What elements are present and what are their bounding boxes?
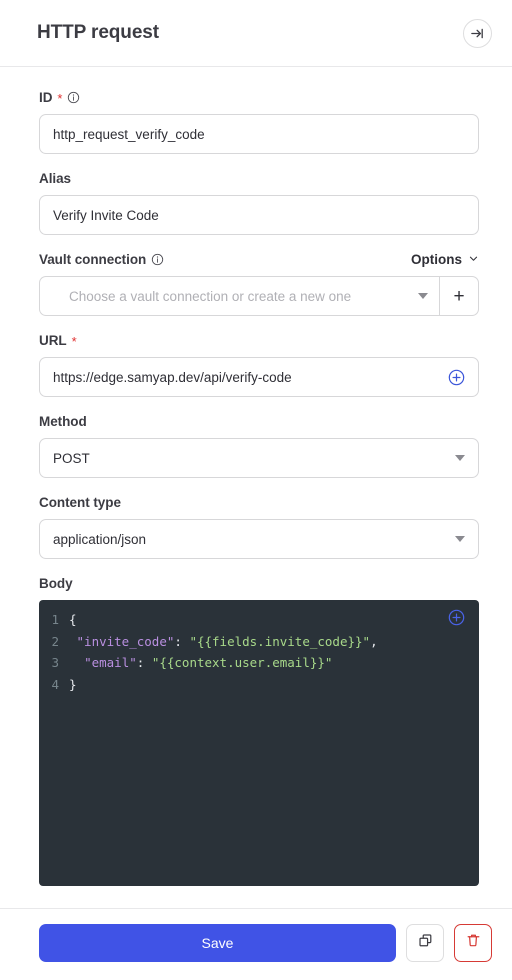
- code-line: 4}: [39, 674, 479, 696]
- body-label-row: Body: [39, 575, 479, 591]
- code-token-punc: [69, 634, 77, 649]
- line-number: 3: [51, 655, 59, 670]
- vault-label-row: Vault connection Options: [39, 251, 479, 267]
- options-label: Options: [411, 251, 462, 267]
- method-label-row: Method: [39, 413, 479, 429]
- url-label: URL: [39, 332, 67, 348]
- body-label: Body: [39, 575, 73, 591]
- save-button[interactable]: Save: [39, 924, 396, 962]
- code-line: 2 "invite_code": "{{fields.invite_code}}…: [39, 631, 479, 653]
- http-request-panel: HTTP request ID * http_request_verify_co…: [0, 0, 512, 980]
- id-label: ID: [39, 89, 53, 105]
- panel-footer: Save: [0, 908, 512, 980]
- dropdown-caret-icon: [455, 455, 465, 461]
- content-type-field-group: Content type application/json: [39, 494, 479, 559]
- line-number: 2: [51, 633, 59, 649]
- code-line: 1{: [39, 609, 479, 631]
- code-token-str: "{{context.user.email}}": [151, 655, 333, 670]
- alias-field-group: Alias Verify Invite Code: [39, 170, 479, 235]
- options-toggle[interactable]: Options: [411, 252, 479, 267]
- content-type-label-row: Content type: [39, 494, 479, 510]
- code-token-key: "invite_code": [76, 633, 175, 649]
- vault-connection-label: Vault connection: [39, 251, 147, 267]
- vault-connection-row: Choose a vault connection or create a ne…: [39, 276, 479, 316]
- body-field-group: Body 1{2 "invite_code": "{{fields.invite…: [39, 575, 479, 886]
- code-lines: 1{2 "invite_code": "{{fields.invite_code…: [39, 609, 479, 695]
- dropdown-caret-icon: [455, 536, 465, 542]
- method-field-group: Method POST: [39, 413, 479, 478]
- form-content: ID * http_request_verify_code Alias Veri…: [0, 67, 512, 908]
- alias-input-value: Verify Invite Code: [53, 207, 159, 223]
- method-select[interactable]: POST: [39, 438, 479, 478]
- page-title: HTTP request: [37, 22, 159, 43]
- vault-connection-placeholder: Choose a vault connection or create a ne…: [69, 288, 352, 304]
- url-input[interactable]: https://edge.samyap.dev/api/verify-code: [39, 357, 479, 397]
- info-icon[interactable]: [67, 91, 80, 104]
- line-number: 1: [51, 612, 59, 627]
- add-vault-connection-button[interactable]: +: [439, 276, 479, 316]
- alias-input[interactable]: Verify Invite Code: [39, 195, 479, 235]
- code-token-punc: [69, 655, 84, 670]
- content-type-value: application/json: [53, 531, 147, 547]
- method-label: Method: [39, 413, 87, 429]
- plus-circle-icon[interactable]: [448, 609, 465, 626]
- alias-label-row: Alias: [39, 170, 479, 186]
- delete-button[interactable]: [454, 924, 492, 962]
- url-label-row: URL *: [39, 332, 479, 348]
- id-field-group: ID * http_request_verify_code: [39, 89, 479, 154]
- code-token-punc: :: [174, 633, 190, 649]
- id-label-row: ID *: [39, 89, 479, 105]
- code-token-punc: ,: [370, 633, 378, 649]
- info-icon[interactable]: [151, 253, 164, 266]
- id-required-marker: *: [57, 90, 63, 106]
- code-line-text: {: [69, 609, 77, 631]
- collapse-panel-right-icon: [470, 26, 485, 41]
- content-type-label: Content type: [39, 494, 121, 510]
- url-required-marker: *: [71, 333, 77, 349]
- duplicate-icon: [417, 932, 434, 954]
- content-type-select[interactable]: application/json: [39, 519, 479, 559]
- url-input-value: https://edge.samyap.dev/api/verify-code: [53, 369, 292, 385]
- code-token-punc: {: [69, 612, 77, 627]
- dropdown-caret-icon: [418, 293, 428, 299]
- method-value: POST: [53, 450, 90, 466]
- id-input[interactable]: http_request_verify_code: [39, 114, 479, 154]
- line-number: 4: [51, 676, 59, 692]
- duplicate-button[interactable]: [406, 924, 444, 962]
- code-token-punc: }: [69, 676, 77, 692]
- plus-icon: +: [453, 285, 465, 307]
- code-line-text: }: [69, 674, 77, 696]
- body-code-editor[interactable]: 1{2 "invite_code": "{{fields.invite_code…: [39, 600, 479, 886]
- code-token-punc: :: [136, 655, 152, 670]
- url-field-group: URL * https://edge.samyap.dev/api/verify…: [39, 332, 479, 397]
- code-line: 3 "email": "{{context.user.email}}": [39, 652, 479, 674]
- trash-icon: [465, 932, 482, 954]
- plus-circle-icon[interactable]: [448, 369, 465, 386]
- panel-header: HTTP request: [0, 0, 512, 67]
- chevron-down-icon: [468, 252, 479, 267]
- code-token-key: "email": [84, 655, 137, 670]
- code-token-str: "{{fields.invite_code}}": [189, 633, 371, 649]
- id-input-value: http_request_verify_code: [53, 126, 205, 142]
- code-line-text: "invite_code": "{{fields.invite_code}}",: [69, 631, 378, 653]
- collapse-panel-button[interactable]: [463, 18, 492, 48]
- vault-connection-select[interactable]: Choose a vault connection or create a ne…: [39, 276, 439, 316]
- code-line-text: "email": "{{context.user.email}}": [69, 652, 332, 674]
- alias-label: Alias: [39, 170, 72, 186]
- vault-connection-field-group: Vault connection Options Choose a vault …: [39, 251, 479, 316]
